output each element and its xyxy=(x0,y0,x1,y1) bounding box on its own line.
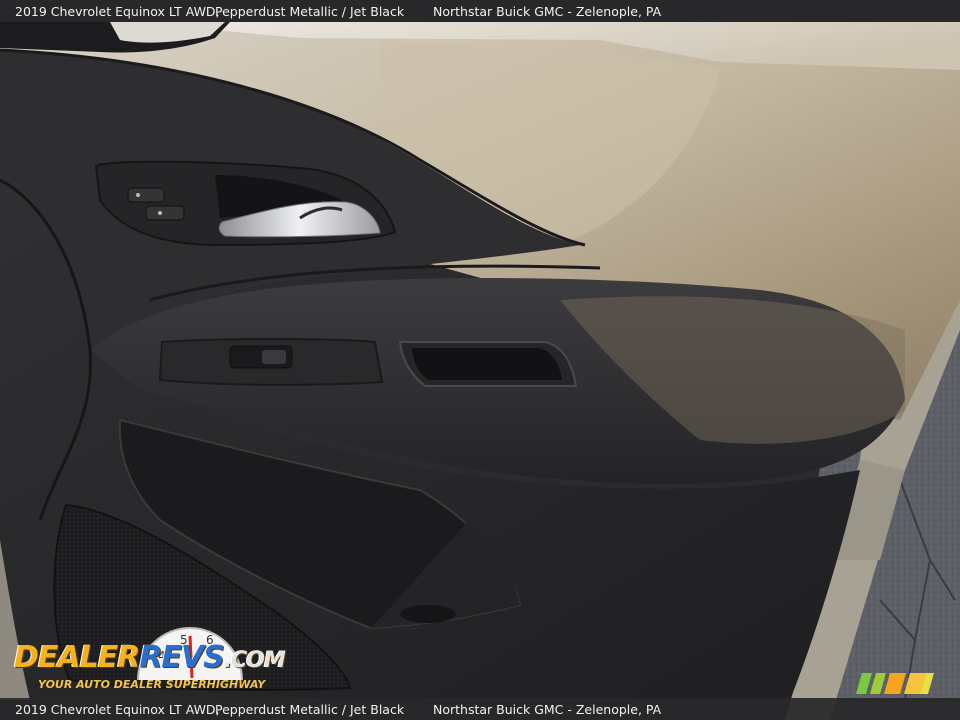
caption-vehicle-bottom: 2019 Chevrolet Equinox LT AWD, xyxy=(15,701,220,717)
caption-dealer-bottom: Northstar Buick GMC - Zelenople, PA xyxy=(433,701,662,717)
caption-vehicle: 2019 Chevrolet Equinox LT AWD, xyxy=(15,3,220,19)
logo-com: .COM xyxy=(223,648,286,673)
photo-frame: 2019 Chevrolet Equinox LT AWD, Pepperdus… xyxy=(0,0,960,720)
caption-bar-bottom: 2019 Chevrolet Equinox LT AWD, Pepperdus… xyxy=(0,698,960,720)
caption-color: Pepperdust Metallic / Jet Black xyxy=(215,3,405,19)
logo-revs: REVS xyxy=(139,640,224,675)
corner-brand-logo xyxy=(856,673,934,694)
caption-color-bottom: Pepperdust Metallic / Jet Black xyxy=(215,701,405,717)
dealerrevs-logo-text: DEALERREVS.COM xyxy=(14,640,286,675)
logo-dealer: DEALER xyxy=(14,640,140,675)
dealerrevs-watermark: 4 5 6 DEALERREVS.COM YOUR AUTO DEALER SU… xyxy=(12,622,286,694)
door-panel-photo xyxy=(0,0,960,720)
dealerrevs-tagline: YOUR AUTO DEALER SUPERHIGHWAY xyxy=(38,678,266,691)
caption-dealer: Northstar Buick GMC - Zelenople, PA xyxy=(433,3,662,19)
caption-bar-top: 2019 Chevrolet Equinox LT AWD, Pepperdus… xyxy=(0,0,960,22)
